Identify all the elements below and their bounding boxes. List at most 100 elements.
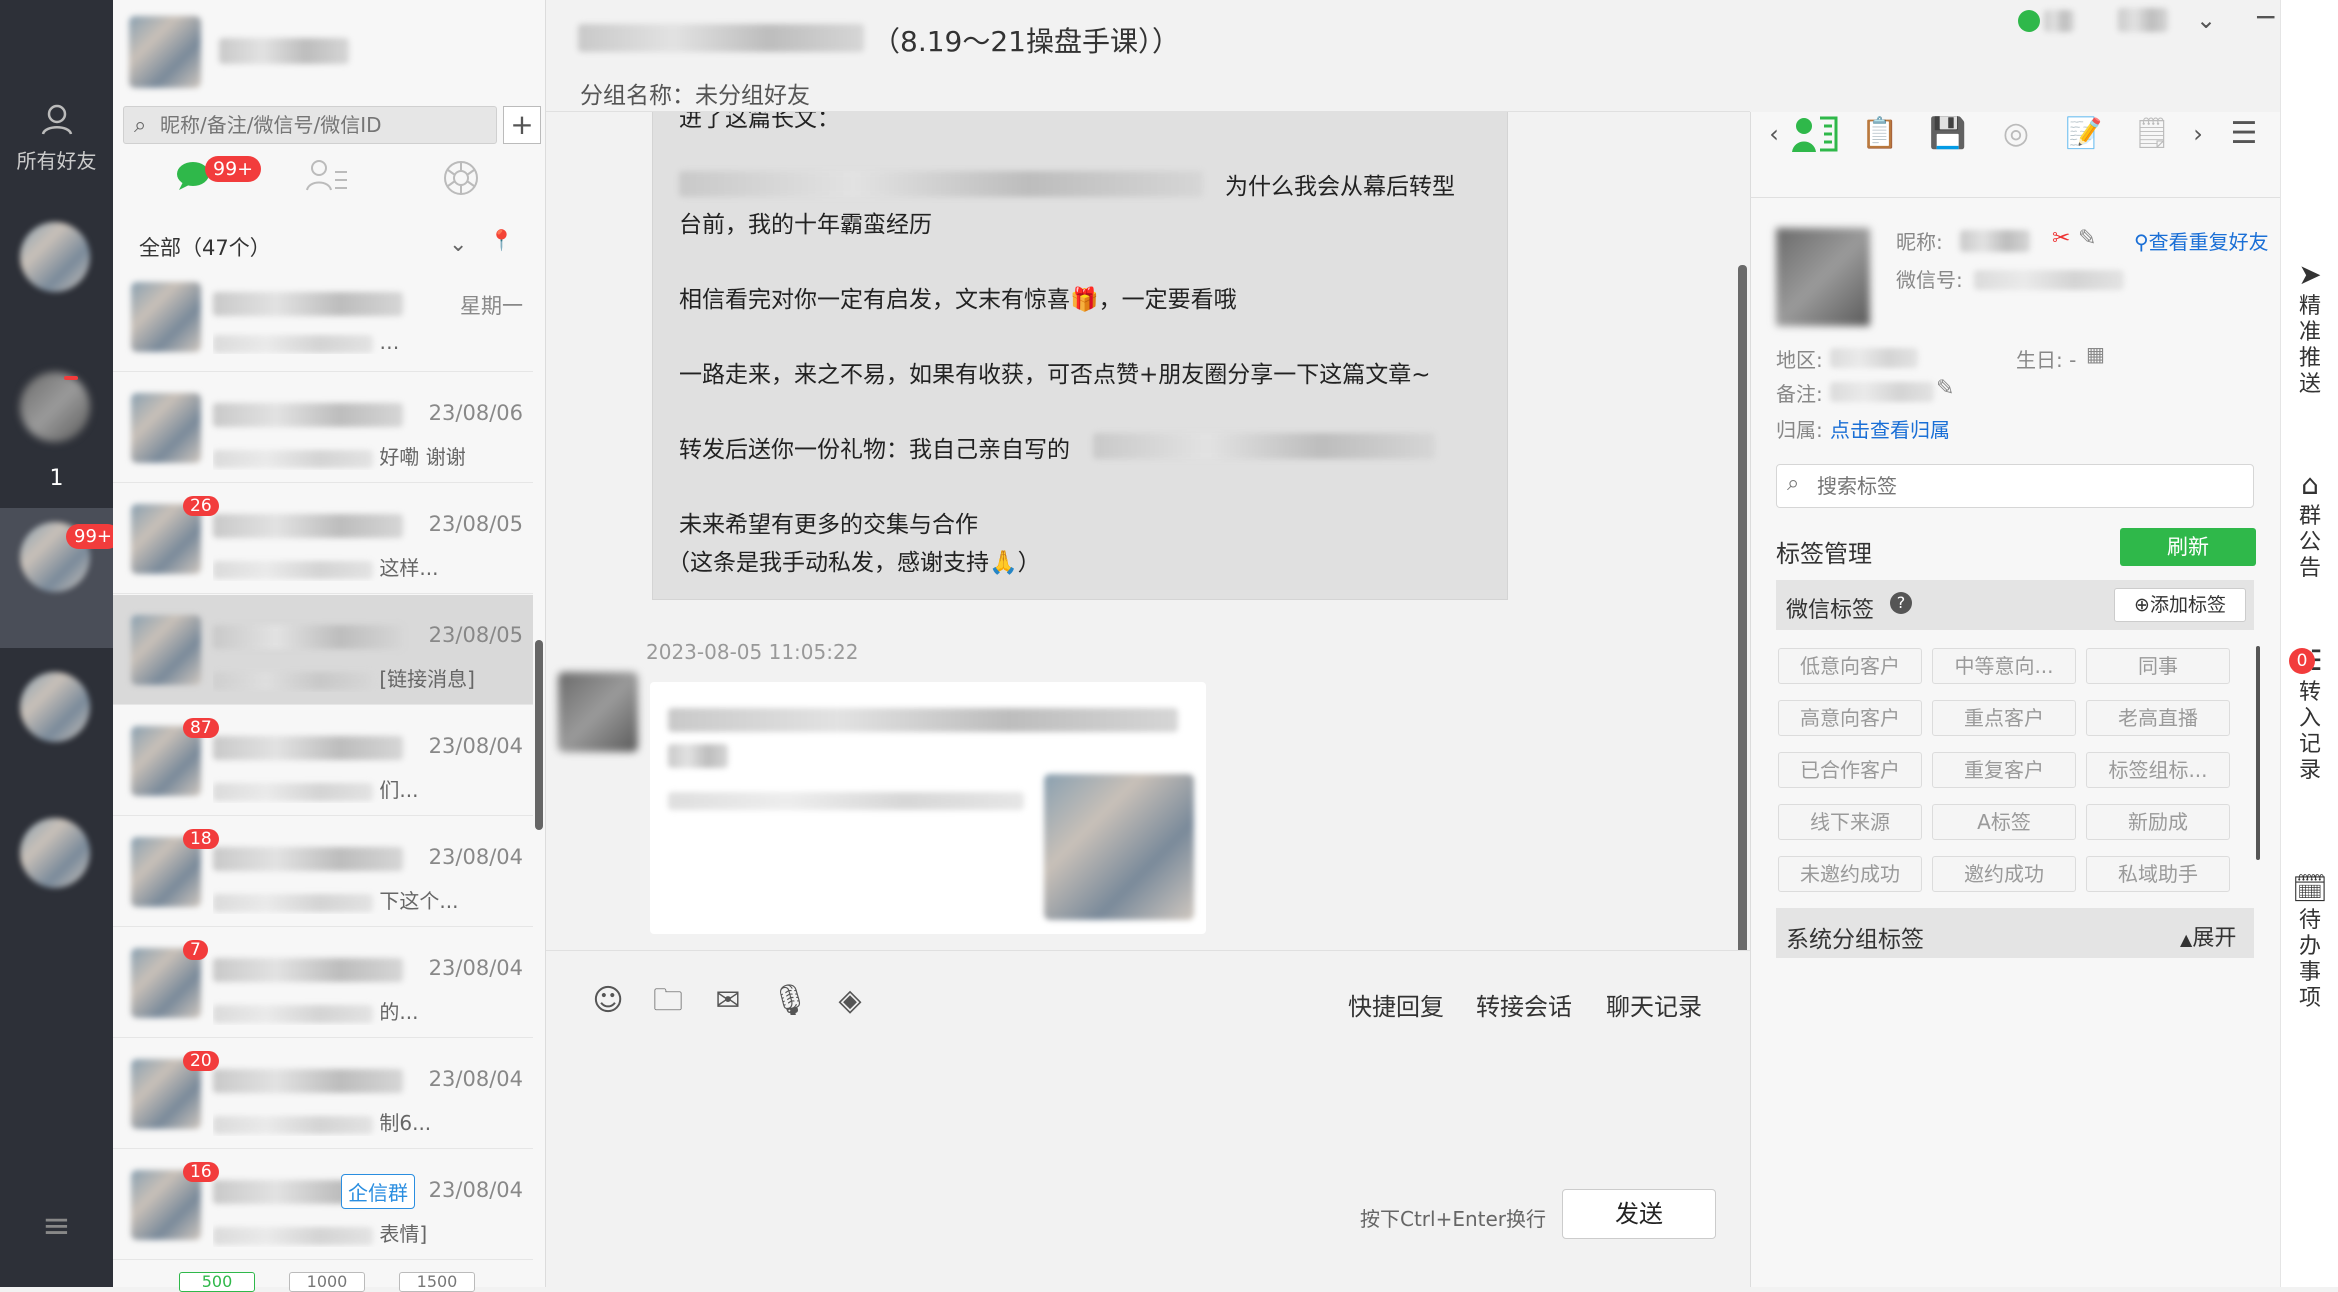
expand-toggle[interactable]: ▲展开 [2180, 920, 2236, 952]
group-notice-button[interactable]: ⌂ 群 公 告 [2281, 468, 2338, 582]
tag-chip[interactable]: 已合作客户 [1778, 752, 1922, 788]
unread-badge: 87 [183, 718, 219, 738]
tag-chip[interactable]: 邀约成功 [1932, 856, 2076, 892]
edit-remark-icon[interactable]: ✎ [1936, 376, 1954, 401]
tag-chip[interactable]: 线下来源 [1778, 804, 1922, 840]
tag-chip[interactable]: 新励成 [2086, 804, 2230, 840]
customer-avatar [1776, 228, 1870, 326]
minimize-icon[interactable]: − [2254, 0, 2277, 33]
tag-search-box[interactable]: ⌕ [1776, 464, 2254, 508]
precise-push-button[interactable]: ➤ 精 准 推 送 [2281, 261, 2338, 398]
contact-date: 23/08/04 [428, 734, 523, 758]
next-tab-icon[interactable]: › [2178, 114, 2218, 154]
menu-icon[interactable]: ≡ [0, 1206, 113, 1246]
account-avatar-4[interactable] [20, 672, 90, 742]
tag-chip[interactable]: 低意向客户 [1778, 648, 1922, 684]
edit-pencil-icon[interactable]: ✎ [2078, 226, 2096, 251]
check-duplicate-link[interactable]: ⚲查看重复好友 [2134, 226, 2269, 255]
refresh-button[interactable]: 刷新 [2120, 528, 2256, 566]
mail-icon[interactable]: ✉ [708, 981, 748, 1021]
edit-doc-icon[interactable]: 📝 [2064, 114, 2104, 154]
clock-doc-icon[interactable]: 🗒 [2132, 114, 2172, 154]
profile-card-icon[interactable] [1792, 114, 1838, 154]
chat-history-button[interactable]: 聊天记录 [1606, 987, 1702, 1022]
system-tags-header[interactable]: 系统分组标签 ▲展开 [1776, 908, 2254, 958]
contact-list-item[interactable]: 23/08/04 表情] 16 企信群 [113, 1150, 533, 1260]
add-contact-button[interactable]: + [503, 106, 541, 144]
announcement-icon: ⌂ [2301, 468, 2319, 501]
wechat-id-value [1974, 270, 2124, 290]
aperture-tab-icon[interactable]: ◎ [1996, 114, 2036, 154]
tag-chip[interactable]: 重复客户 [1932, 752, 2076, 788]
contact-list-item[interactable]: 23/08/04 制6... 20 [113, 1039, 533, 1149]
add-tag-button[interactable]: ⊕添加标签 [2114, 588, 2246, 622]
friends-icon [41, 104, 72, 135]
person-list-icon [306, 160, 347, 191]
moments-tab[interactable] [441, 158, 481, 202]
contact-search-box[interactable]: ⌕ [123, 106, 497, 144]
contact-list-item[interactable]: 23/08/04 下这个... 18 [113, 817, 533, 927]
account-switch[interactable] [2118, 8, 2168, 32]
contact-list-tab[interactable] [305, 158, 349, 198]
tag-chip[interactable]: 重点客户 [1932, 700, 2076, 736]
transfer-session-button[interactable]: 转接会话 [1476, 987, 1572, 1022]
tag-chip[interactable]: A标签 [1932, 804, 2076, 840]
page-size-button-1000[interactable]: 1000 [289, 1272, 365, 1292]
layers-icon[interactable]: ◈ [830, 981, 870, 1021]
chevron-down-icon[interactable]: ⌄ [449, 232, 467, 257]
all-friends-nav[interactable]: 所有好友 [0, 100, 113, 174]
tag-search-input[interactable] [1817, 473, 2217, 499]
folder-icon[interactable]: 🗀 [648, 981, 688, 1021]
unread-badge: 20 [183, 1051, 219, 1071]
contact-list-item[interactable]: 23/08/04 的... 7 [113, 928, 533, 1038]
contact-list-item[interactable]: 星期一 … [113, 262, 533, 372]
tag-chip[interactable]: 标签组标... [2086, 752, 2230, 788]
tag-chip[interactable]: 私域助手 [2086, 856, 2230, 892]
help-icon[interactable]: ? [1890, 592, 1912, 614]
precise-push-c2: 推 [2298, 346, 2321, 371]
contact-preview: 的... [213, 996, 513, 1025]
tag-chip[interactable]: 同事 [2086, 648, 2230, 684]
contact-list-item[interactable]: 23/08/05 [链接消息] [113, 595, 533, 705]
panel-menu-icon[interactable]: ☰ [2224, 114, 2264, 154]
account-avatar-5[interactable] [20, 818, 90, 888]
microphone-icon[interactable]: 🎙 [770, 981, 810, 1021]
clipboard-icon[interactable]: 📋 [1860, 114, 1900, 154]
transfer-record-c0: 转 [2298, 680, 2321, 705]
prev-tab-icon[interactable]: ‹ [1754, 114, 1794, 154]
calendar-icon[interactable]: ▦ [2086, 342, 2105, 366]
remark-value [1830, 382, 1934, 402]
account-badge-2 [64, 376, 78, 380]
owner-link[interactable]: 点击查看归属 [1830, 414, 1950, 443]
account-avatar-1[interactable] [20, 222, 90, 292]
dropdown-chevron-icon[interactable]: ⌄ [2196, 6, 2216, 34]
pin-icon[interactable]: 📍 [489, 228, 514, 252]
group-notice-c0: 群 [2298, 504, 2321, 529]
todo-button[interactable]: 🗓 待 办 事 项 [2281, 875, 2338, 1012]
contact-list-item[interactable]: 23/08/04 们... 87 [113, 706, 533, 816]
group-filter[interactable]: 全部（47个） [139, 232, 271, 262]
page-size-button-1500[interactable]: 1500 [399, 1272, 475, 1292]
contact-preview-blur [213, 671, 373, 690]
account-avatar-2[interactable] [20, 372, 90, 442]
tag-chip[interactable]: 中等意向... [1932, 648, 2076, 684]
save-icon[interactable]: 💾 [1928, 114, 1968, 154]
send-button[interactable]: 发送 [1562, 1189, 1716, 1239]
quick-reply-button[interactable]: 快捷回复 [1348, 987, 1444, 1022]
message-scrollbar[interactable] [1738, 265, 1747, 963]
contact-scrollbar[interactable] [535, 640, 543, 830]
unpin-icon[interactable]: ✂ [2052, 226, 2070, 251]
tag-chip[interactable]: 老高直播 [2086, 700, 2230, 736]
link-card-message[interactable] [650, 682, 1206, 934]
page-size-button-500[interactable]: 500 [179, 1272, 255, 1292]
tag-chip[interactable]: 高意向客户 [1778, 700, 1922, 736]
contact-list-item[interactable]: 23/08/05 这样... 26 [113, 484, 533, 594]
emoji-icon[interactable]: ☺ [588, 981, 628, 1021]
contact-search-input[interactable] [160, 111, 490, 139]
contact-list-item[interactable]: 23/08/06 好嘞 谢谢 [113, 373, 533, 483]
tag-chip[interactable]: 未邀约成功 [1778, 856, 1922, 892]
region-label: 地区: [1776, 348, 1823, 372]
message-input[interactable] [566, 1041, 1726, 1201]
tag-scrollbar[interactable] [2256, 646, 2260, 860]
sender-avatar[interactable] [558, 672, 638, 752]
